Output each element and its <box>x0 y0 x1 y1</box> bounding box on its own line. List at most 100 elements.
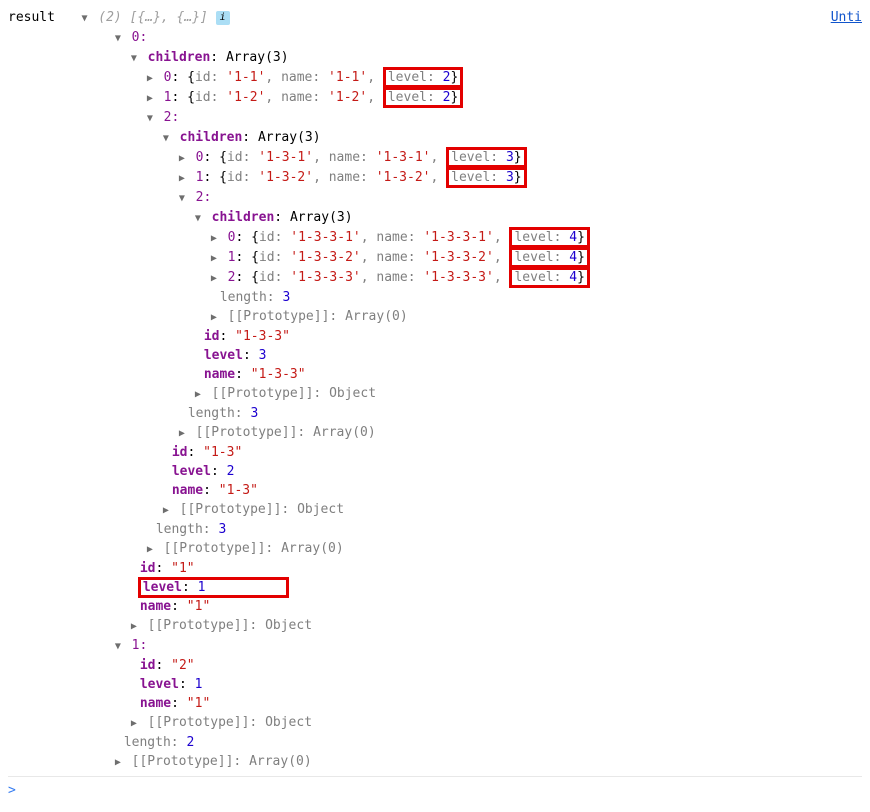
name-value: '1-3-1' <box>376 150 431 165</box>
id-key: id <box>140 658 156 673</box>
id-value: '1-3-3-2' <box>290 250 360 265</box>
highlight-box: level: 2} <box>383 87 463 108</box>
expand-toggle[interactable]: ▼ <box>176 189 188 208</box>
id-value: "1-3-3" <box>235 329 290 344</box>
level-value: 3 <box>506 170 514 185</box>
info-badge[interactable]: i <box>216 11 230 25</box>
summary-text: (2) [{…}, {…}] <box>98 10 208 25</box>
array-type: Array(3) <box>226 50 289 65</box>
prototype-key: [[Prototype]] <box>180 502 282 517</box>
expand-toggle[interactable]: ▼ <box>144 109 156 128</box>
index-key: 0: <box>132 30 148 45</box>
id-value: '1-3-3-3' <box>290 270 360 285</box>
prototype-key: [[Prototype]] <box>132 754 234 769</box>
level-value: 1 <box>195 677 203 692</box>
highlight-box: level: 4} <box>509 267 589 288</box>
prototype-key: [[Prototype]] <box>212 386 314 401</box>
id-value: "1" <box>171 561 194 576</box>
name-value: "1-3-3" <box>251 367 306 382</box>
length-key: length <box>188 406 235 421</box>
level-value: 4 <box>569 230 577 245</box>
expand-toggle[interactable]: ▶ <box>176 149 188 168</box>
highlight-box: level: 3} <box>446 147 526 168</box>
index-key: 2: <box>164 110 180 125</box>
expand-toggle[interactable]: ▶ <box>144 69 156 88</box>
level-key: level <box>143 580 182 595</box>
object-type: Object <box>265 715 312 730</box>
id-value: "1-3" <box>203 445 242 460</box>
untitled-link[interactable]: Unti <box>831 8 862 27</box>
children-key: children <box>148 50 211 65</box>
level-key: level <box>140 677 179 692</box>
array-type: Array(0) <box>345 309 408 324</box>
expand-toggle[interactable]: ▶ <box>208 308 220 327</box>
expand-toggle[interactable]: ▶ <box>128 714 140 733</box>
children-key: children <box>180 130 243 145</box>
array-type: Array(0) <box>281 541 344 556</box>
level-value: 3 <box>259 348 267 363</box>
length-key: length <box>124 735 171 750</box>
expand-toggle[interactable]: ▶ <box>208 269 220 288</box>
prototype-key: [[Prototype]] <box>148 618 250 633</box>
length-key: length <box>220 290 267 305</box>
object-type: Object <box>329 386 376 401</box>
name-value: '1-3-3-1' <box>423 230 493 245</box>
object-type: Object <box>265 618 312 633</box>
id-key: id <box>172 445 188 460</box>
length-value: 2 <box>186 735 194 750</box>
expand-toggle[interactable]: ▼ <box>112 637 124 656</box>
highlight-box: level: 2} <box>383 67 463 88</box>
length-key: length <box>156 522 203 537</box>
expand-toggle[interactable]: ▶ <box>128 617 140 636</box>
highlight-box: level: 3} <box>446 167 526 188</box>
expand-toggle[interactable]: ▼ <box>160 129 172 148</box>
name-value: '1-1' <box>328 70 367 85</box>
expand-toggle[interactable]: ▶ <box>144 89 156 108</box>
console-prompt[interactable]: > <box>8 776 862 800</box>
object-type: Object <box>297 502 344 517</box>
level-key: level <box>172 464 211 479</box>
level-value: 1 <box>198 580 206 595</box>
id-key: id <box>140 561 156 576</box>
name-key: name <box>140 599 171 614</box>
name-value: '1-2' <box>328 90 367 105</box>
expand-toggle[interactable]: ▼ <box>112 29 124 48</box>
name-value: "1" <box>187 696 210 711</box>
prototype-key: [[Prototype]] <box>228 309 330 324</box>
expand-toggle[interactable]: ▶ <box>160 501 172 520</box>
expand-toggle[interactable]: ▶ <box>192 385 204 404</box>
index-key: 1: <box>132 638 148 653</box>
highlight-box: level: 1 <box>138 577 289 598</box>
level-value: 3 <box>506 150 514 165</box>
name-value: '1-3-3-3' <box>423 270 493 285</box>
name-value: "1-3" <box>219 483 258 498</box>
id-key: id <box>204 329 220 344</box>
level-value: 2 <box>227 464 235 479</box>
expand-toggle[interactable]: ▶ <box>208 249 220 268</box>
level-value: 4 <box>569 270 577 285</box>
expand-toggle[interactable]: ▶ <box>176 169 188 188</box>
expand-toggle[interactable]: ▶ <box>144 540 156 559</box>
name-value: "1" <box>187 599 210 614</box>
length-value: 3 <box>218 522 226 537</box>
name-value: '1-3-3-2' <box>423 250 493 265</box>
array-type: Array(3) <box>290 210 353 225</box>
name-key: name <box>140 696 171 711</box>
expand-toggle[interactable]: ▶ <box>112 753 124 772</box>
index-key: 2: <box>196 190 212 205</box>
expand-toggle[interactable]: ▼ <box>128 49 140 68</box>
expand-toggle[interactable]: ▶ <box>208 229 220 248</box>
expand-toggle[interactable]: ▼ <box>192 209 204 228</box>
id-value: '1-3-3-1' <box>290 230 360 245</box>
result-label: result <box>8 10 55 25</box>
id-value: '1-1' <box>226 70 265 85</box>
name-value: '1-3-2' <box>376 170 431 185</box>
name-key: name <box>204 367 235 382</box>
expand-toggle[interactable]: ▶ <box>176 424 188 443</box>
length-value: 3 <box>282 290 290 305</box>
prototype-key: [[Prototype]] <box>196 425 298 440</box>
id-value: '1-3-1' <box>258 150 313 165</box>
level-key: level <box>204 348 243 363</box>
array-type: Array(0) <box>249 754 312 769</box>
expand-toggle[interactable]: ▼ <box>78 9 90 28</box>
